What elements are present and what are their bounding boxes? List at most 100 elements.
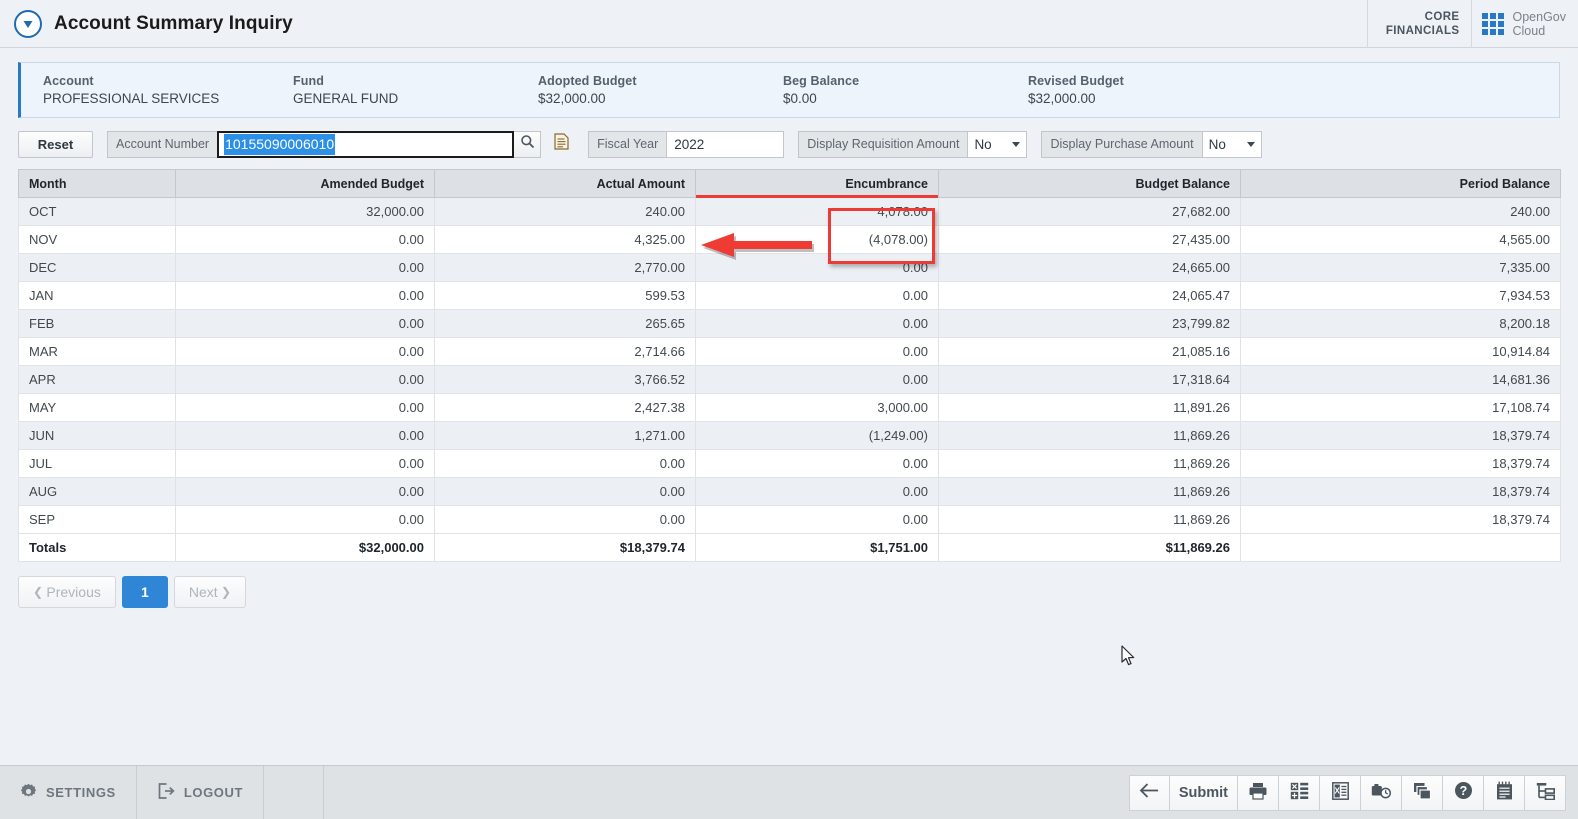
opengov-cloud-launcher[interactable]: OpenGov Cloud (1471, 0, 1578, 48)
table-row[interactable]: JAN 0.00 599.53 0.00 24,065.47 7,934.53 (18, 281, 1561, 310)
table-row[interactable]: NOV 0.00 4,325.00 (4,078.00) 27,435.00 4… (18, 225, 1561, 254)
table-row[interactable]: JUL 0.00 0.00 0.00 11,869.26 18,379.74 (18, 449, 1561, 478)
summary-value: $0.00 (783, 91, 817, 106)
pagination-page-1[interactable]: 1 (121, 576, 168, 608)
totals-encumbrance: $1,751.00 (695, 533, 939, 562)
brand-core-line2: FINANCIALS (1385, 24, 1460, 37)
reset-button[interactable]: Reset (18, 130, 93, 158)
table-row[interactable]: FEB 0.00 265.65 0.00 23,799.82 8,200.18 (18, 309, 1561, 338)
cell-period-balance: 17,108.74 (1240, 393, 1561, 422)
table-row[interactable]: MAR 0.00 2,714.66 0.00 21,085.16 10,914.… (18, 337, 1561, 366)
history-button[interactable] (1361, 774, 1402, 811)
cell-budget-balance: 23,799.82 (938, 309, 1241, 338)
cell-amended-budget: 0.00 (175, 253, 435, 282)
cell-encumbrance: 0.00 (695, 477, 939, 506)
table-row[interactable]: SEP 0.00 0.00 0.00 11,869.26 18,379.74 (18, 505, 1561, 534)
cell-encumbrance: (4,078.00) (695, 225, 939, 254)
table-row[interactable]: OCT 32,000.00 240.00 4,078.00 27,682.00 … (18, 197, 1561, 226)
table-row[interactable]: AUG 0.00 0.00 0.00 11,869.26 18,379.74 (18, 477, 1561, 506)
notepad-icon (1496, 781, 1513, 804)
summary-field-beg-balance: Beg Balance $0.00 (761, 74, 1006, 106)
table-row[interactable]: DEC 0.00 2,770.00 0.00 24,665.00 7,335.0… (18, 253, 1561, 282)
account-summary-table: Month Amended Budget Actual Amount Encum… (18, 169, 1561, 562)
copy-layers-button[interactable] (1402, 774, 1443, 811)
cell-amended-budget: 0.00 (175, 477, 435, 506)
account-number-value: 10155090006010 (224, 133, 336, 155)
cell-encumbrance: 0.00 (695, 505, 939, 534)
cell-period-balance: 8,200.18 (1240, 309, 1561, 338)
cell-actual-amount: 0.00 (434, 505, 696, 534)
help-button[interactable]: ? (1443, 774, 1484, 811)
summary-label: Revised Budget (1028, 74, 1124, 88)
cell-encumbrance: 4,078.00 (695, 197, 939, 226)
brand-cloud-line2: Cloud (1512, 23, 1546, 38)
app-grid-icon (1482, 12, 1505, 35)
cell-period-balance: 7,934.53 (1240, 281, 1561, 310)
column-header-period-balance[interactable]: Period Balance (1240, 169, 1561, 198)
cell-budget-balance: 11,869.26 (938, 505, 1241, 534)
help-icon: ? (1454, 781, 1473, 804)
opengov-cloud-label: OpenGov Cloud (1512, 10, 1566, 38)
column-header-budget-balance[interactable]: Budget Balance (938, 169, 1241, 198)
print-button[interactable] (1238, 774, 1279, 811)
cell-encumbrance: 0.00 (695, 337, 939, 366)
chevron-down-icon (1246, 141, 1255, 147)
fiscal-year-input[interactable]: 2022 (666, 130, 785, 158)
column-header-actual-amount[interactable]: Actual Amount (434, 169, 696, 198)
app-header: Account Summary Inquiry CORE FINANCIALS … (0, 0, 1578, 48)
table-row[interactable]: JUN 0.00 1,271.00 (1,249.00) 11,869.26 1… (18, 421, 1561, 450)
pagination-previous-label: Previous (46, 584, 101, 600)
chevron-down-icon (1012, 141, 1021, 147)
calculator-button[interactable] (1279, 774, 1320, 811)
history-clock-icon (1371, 782, 1392, 804)
play-circle-icon (14, 9, 42, 38)
account-summary-table-container: Month Amended Budget Actual Amount Encum… (18, 169, 1561, 562)
pagination-previous-button[interactable]: ❮ Previous (18, 576, 116, 608)
column-header-month[interactable]: Month (18, 169, 176, 198)
calculator-icon (1290, 782, 1309, 804)
fiscal-year-label: Fiscal Year (588, 130, 667, 158)
table-row[interactable]: MAY 0.00 2,427.38 3,000.00 11,891.26 17,… (18, 393, 1561, 422)
display-requisition-label: Display Requisition Amount (798, 130, 968, 158)
print-icon (1248, 782, 1268, 804)
header-right: CORE FINANCIALS OpenGov Cloud (1366, 0, 1578, 48)
copy-layers-icon (1413, 782, 1432, 804)
svg-text:X: X (1334, 786, 1340, 795)
cell-month: FEB (18, 309, 176, 338)
display-purchase-select[interactable]: No (1201, 130, 1262, 158)
submit-button[interactable]: Submit (1169, 774, 1238, 811)
pagination-next-button[interactable]: Next ❯ (173, 576, 247, 608)
cell-period-balance: 240.00 (1240, 197, 1561, 226)
back-button[interactable] (1128, 774, 1170, 811)
excel-export-button[interactable]: X (1320, 774, 1361, 811)
logout-button[interactable]: LOGOUT (137, 766, 265, 819)
cell-period-balance: 18,379.74 (1240, 505, 1561, 534)
notepad-button[interactable] (1484, 774, 1525, 811)
totals-budget-balance: $11,869.26 (938, 533, 1241, 562)
table-header-row: Month Amended Budget Actual Amount Encum… (18, 169, 1561, 199)
account-lookup-button[interactable] (548, 131, 574, 158)
cell-budget-balance: 11,869.26 (938, 477, 1241, 506)
cell-actual-amount: 2,770.00 (434, 253, 696, 282)
display-requisition-group: Display Requisition Amount No (798, 130, 1028, 158)
display-purchase-label: Display Purchase Amount (1041, 130, 1202, 158)
hierarchy-tree-icon (1536, 782, 1555, 804)
settings-button[interactable]: SETTINGS (0, 766, 137, 819)
cell-actual-amount: 2,714.66 (434, 337, 696, 366)
account-search-button[interactable] (514, 130, 542, 158)
gear-icon (20, 783, 37, 803)
account-number-input[interactable]: 10155090006010 (217, 130, 515, 158)
column-header-amended-budget[interactable]: Amended Budget (175, 169, 435, 198)
table-row[interactable]: APR 0.00 3,766.52 0.00 17,318.64 14,681.… (18, 365, 1561, 394)
display-requisition-value: No (974, 136, 992, 152)
summary-label: Beg Balance (783, 74, 860, 88)
display-requisition-select[interactable]: No (967, 130, 1028, 158)
summary-label: Account (43, 74, 94, 88)
cell-month: APR (18, 365, 176, 394)
summary-value: PROFESSIONAL SERVICES (43, 91, 220, 106)
hierarchy-button[interactable] (1525, 774, 1566, 811)
cell-amended-budget: 0.00 (175, 225, 435, 254)
cell-month: MAY (18, 393, 176, 422)
cell-actual-amount: 0.00 (434, 449, 696, 478)
column-header-encumbrance[interactable]: Encumbrance (695, 169, 939, 199)
